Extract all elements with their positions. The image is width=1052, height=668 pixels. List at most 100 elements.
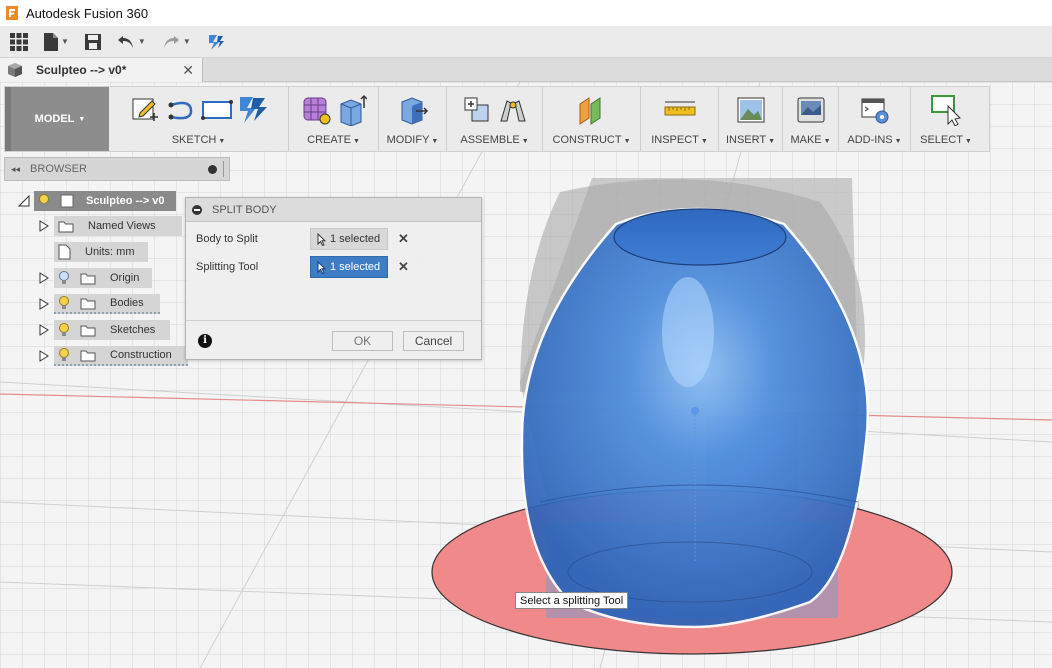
chevron-down-icon: ▼ <box>78 115 86 123</box>
ribbon-group-modify[interactable]: MODIFY ▼ <box>379 87 447 151</box>
cancel-button[interactable]: Cancel <box>403 331 464 351</box>
browser-item-construction[interactable]: Construction <box>38 345 188 367</box>
expand-triangle-icon[interactable] <box>38 219 50 233</box>
dialog-footer: i OK Cancel <box>186 320 481 360</box>
document-tab[interactable]: Sculpteo --> v0* ✕ <box>0 58 203 82</box>
quick-access-toolbar: ▼ ▼ ▼ <box>0 26 1052 58</box>
ribbon-group-make[interactable]: MAKE ▼ <box>783 87 839 151</box>
ribbon-group-add-ins[interactable]: ADD-INS ▼ <box>839 87 911 151</box>
ribbon-group-label: SKETCH <box>171 134 217 146</box>
3d-print-icon[interactable] <box>793 92 829 128</box>
dialog-header[interactable]: SPLIT BODY <box>186 198 481 222</box>
cursor-arrow-icon <box>317 232 326 246</box>
joint-icon[interactable] <box>495 92 531 128</box>
visibility-bulb-icon[interactable] <box>58 296 70 310</box>
expand-triangle-icon[interactable] <box>18 194 30 208</box>
splitting-tool-label: Splitting Tool <box>196 261 259 273</box>
save-icon <box>84 33 101 50</box>
browser-root-item[interactable]: Sculpteo --> v0 <box>34 191 176 211</box>
ribbon-group-label: CONSTRUCT <box>552 134 622 146</box>
body-to-split-selector[interactable]: 1 selected <box>310 228 388 250</box>
data-panel-button[interactable] <box>10 32 28 51</box>
rectangle-tool-icon[interactable] <box>199 92 235 128</box>
expand-triangle-icon[interactable] <box>38 323 50 337</box>
ribbon-group-sketch[interactable]: SKETCH ▼ <box>109 87 289 151</box>
grid-icon <box>10 32 28 51</box>
offset-plane-icon[interactable] <box>574 92 610 128</box>
browser-item-named-views[interactable]: Named Views <box>38 215 182 237</box>
redo-button[interactable]: ▼ <box>162 35 191 49</box>
ribbon-group-select[interactable]: SELECT ▼ <box>911 87 981 151</box>
browser-item-units[interactable]: Units: mm <box>38 241 148 263</box>
stop-sketch-icon[interactable] <box>235 92 271 128</box>
body-to-split-label: Body to Split <box>196 233 258 245</box>
chevron-down-icon: ▼ <box>61 37 69 46</box>
job-status-button[interactable] <box>207 33 225 51</box>
browser-panel-header: ◂◂ BROWSER <box>4 157 230 181</box>
folder-icon <box>80 298 96 309</box>
browser-item-origin[interactable]: Origin <box>38 267 152 289</box>
document-icon <box>60 194 74 208</box>
visibility-bulb-icon[interactable] <box>38 194 50 208</box>
insert-image-icon[interactable] <box>733 92 769 128</box>
browser-item-label: Units: mm <box>85 246 135 258</box>
collapse-dialog-icon[interactable] <box>192 204 202 215</box>
ribbon-group-assemble[interactable]: ASSEMBLE ▼ <box>447 87 543 151</box>
browser-root-label: Sculpteo --> v0 <box>86 195 165 207</box>
document-tab-bar: Sculpteo --> v0* ✕ <box>0 58 1052 82</box>
window-title: Autodesk Fusion 360 <box>26 5 149 21</box>
browser-item-label: Sketches <box>110 324 156 336</box>
ribbon-group-create[interactable]: CREATE ▼ <box>289 87 379 151</box>
ribbon-group-label: INSERT <box>725 134 767 146</box>
scripts-addins-icon[interactable] <box>857 92 893 128</box>
fusion-logo-icon <box>6 6 18 20</box>
visibility-bulb-icon[interactable] <box>58 348 70 362</box>
body-to-split-value: 1 selected <box>330 233 381 245</box>
ribbon-group-label: ASSEMBLE <box>460 134 520 146</box>
ribbon-group-insert[interactable]: INSERT ▼ <box>719 87 783 151</box>
body-highlight <box>662 277 714 387</box>
visibility-bulb-off-icon[interactable] <box>58 271 70 285</box>
info-icon[interactable]: i <box>198 333 212 348</box>
chevron-down-icon: ▼ <box>182 37 191 46</box>
resize-grip-icon[interactable] <box>223 161 225 177</box>
origin-point[interactable] <box>691 407 699 415</box>
splitting-tool-row: Splitting Tool 1 selected ✕ <box>186 255 481 279</box>
folder-icon <box>58 221 74 232</box>
browser-pin-icon[interactable] <box>208 164 217 174</box>
browser-item-sketches[interactable]: Sketches <box>38 319 170 341</box>
new-component-icon[interactable] <box>459 92 495 128</box>
expand-triangle-icon[interactable] <box>38 271 50 285</box>
measure-icon[interactable] <box>662 92 698 128</box>
file-menu-button[interactable]: ▼ <box>44 32 69 51</box>
expand-triangle-icon[interactable] <box>38 349 50 363</box>
ok-button[interactable]: OK <box>332 331 393 351</box>
ribbon-group-inspect[interactable]: INSPECT ▼ <box>641 87 719 151</box>
chevron-down-icon: ▼ <box>823 138 831 145</box>
create-form-icon[interactable] <box>298 92 334 128</box>
cursor-tooltip: Select a splitting Tool <box>515 592 629 609</box>
title-bar: Autodesk Fusion 360 <box>0 0 1052 26</box>
clear-selection-icon[interactable]: ✕ <box>398 259 409 275</box>
body-top-face[interactable] <box>613 208 787 266</box>
save-button[interactable] <box>84 33 101 50</box>
visibility-bulb-icon[interactable] <box>58 323 70 337</box>
create-sketch-icon[interactable] <box>127 92 163 128</box>
expand-triangle-icon[interactable] <box>38 297 50 311</box>
extrude-icon[interactable] <box>334 92 370 128</box>
arc-tool-icon[interactable] <box>163 92 199 128</box>
undo-button[interactable]: ▼ <box>117 35 146 49</box>
ribbon-group-construct[interactable]: CONSTRUCT ▼ <box>543 87 641 151</box>
press-pull-icon[interactable] <box>395 92 431 128</box>
splitting-tool-selector[interactable]: 1 selected <box>310 256 388 278</box>
select-icon[interactable] <box>928 92 964 128</box>
workspace-switcher[interactable]: MODEL ▼ <box>5 87 109 151</box>
redo-icon <box>163 35 179 48</box>
split-body-dialog: SPLIT BODY Body to Split 1 selected ✕ Sp… <box>185 197 482 360</box>
browser-root-row[interactable]: Sculpteo --> v0 <box>18 190 176 212</box>
splitting-tool-value: 1 selected <box>330 261 381 273</box>
clear-selection-icon[interactable]: ✕ <box>398 231 409 247</box>
browser-item-bodies[interactable]: Bodies <box>38 293 160 315</box>
collapse-browser-icon[interactable]: ◂◂ <box>11 164 20 175</box>
close-icon[interactable]: ✕ <box>182 62 194 79</box>
